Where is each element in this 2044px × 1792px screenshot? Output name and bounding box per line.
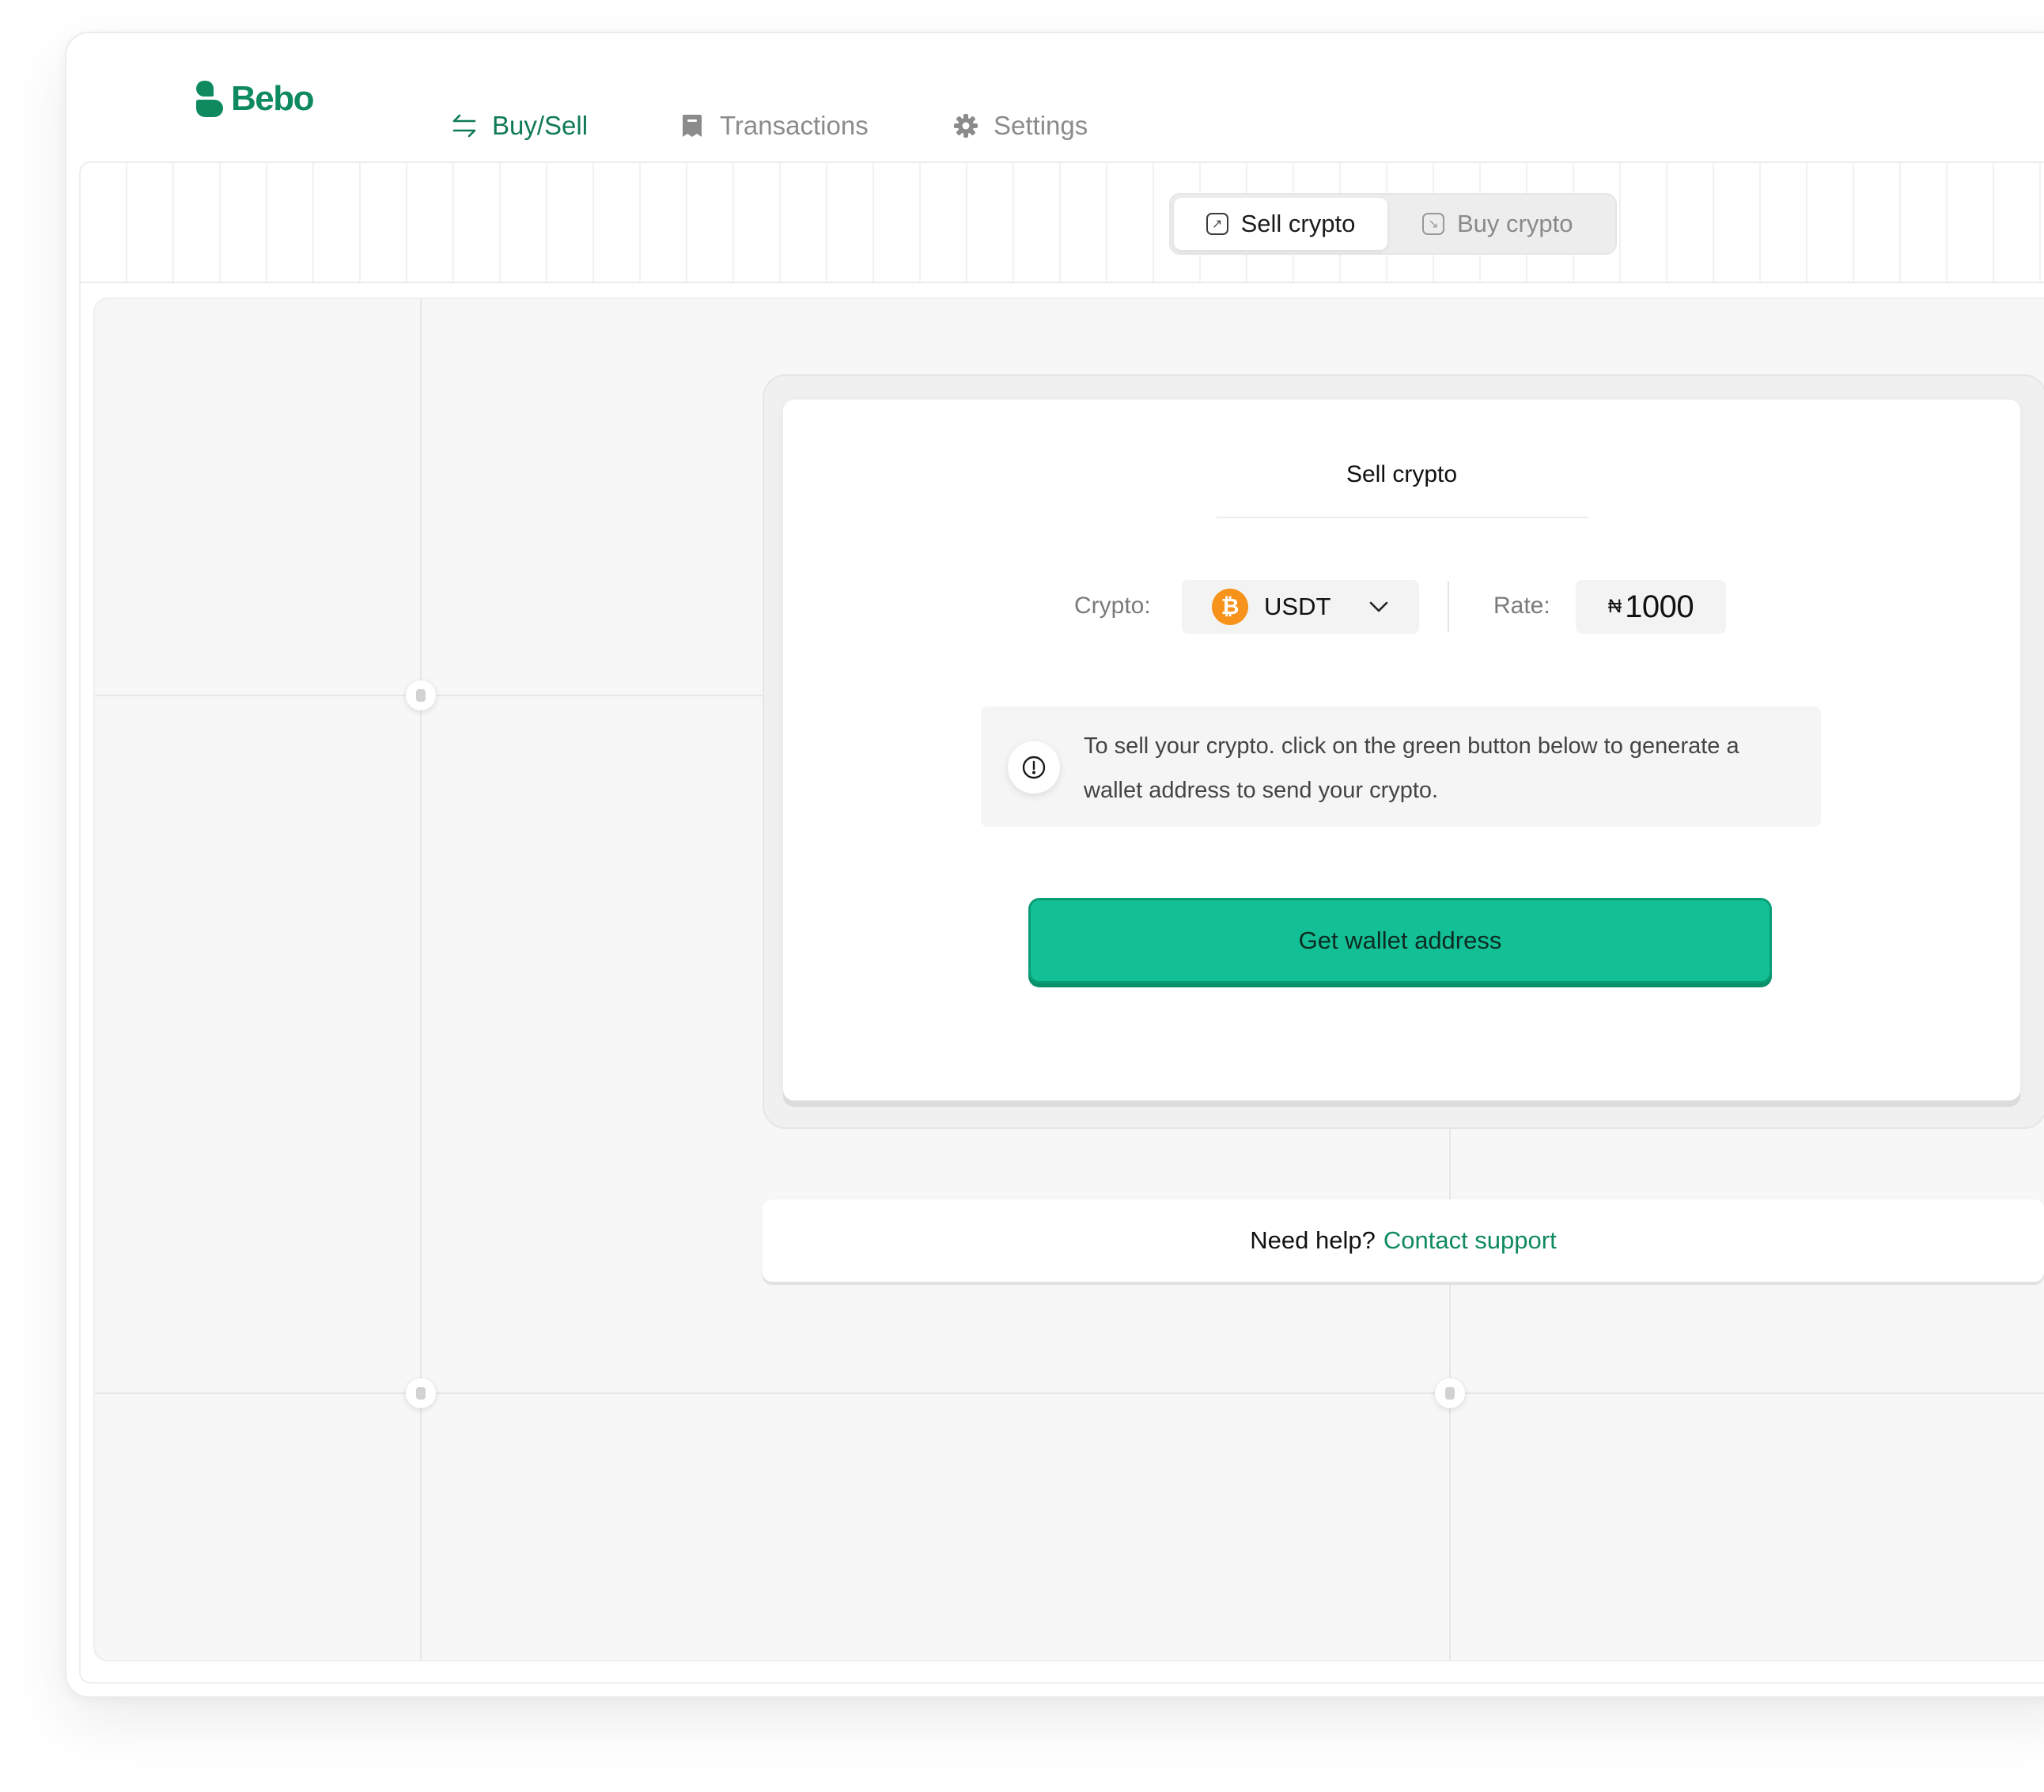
mode-toolbar: ↗ Sell crypto ↘ Buy crypto [81, 163, 2044, 283]
chevron-down-icon [1370, 601, 1388, 612]
rate-value: 1000 [1625, 589, 1694, 624]
brand-logo[interactable]: Bebo [196, 79, 315, 119]
grid-node-icon [1435, 1378, 1465, 1408]
arrow-up-right-icon: ↗ [1206, 213, 1228, 235]
nav-item-label: Settings [994, 111, 1088, 140]
gear-icon [954, 114, 978, 138]
contact-support-link[interactable]: Contact support [1383, 1226, 1557, 1255]
nav-item-transactions[interactable]: Transactions [679, 111, 869, 141]
top-navigation: Bebo Buy/Sell Transactions Settings [66, 33, 2044, 160]
buy-crypto-tab[interactable]: ↘ Buy crypto [1422, 198, 1573, 250]
crypto-value: USDT [1264, 593, 1331, 620]
crypto-label: Crypto: [1074, 593, 1151, 619]
grid-line [420, 299, 422, 1660]
tab-label: Sell crypto [1240, 210, 1356, 237]
brand-name: Bebo [231, 79, 315, 118]
rate-display: ₦ 1000 [1576, 580, 1726, 634]
bebo-logo-icon [196, 81, 225, 117]
crypto-rate-row: Crypto: ₿ USDT Rate: ₦ 1000 [783, 580, 2020, 634]
card-title: Sell crypto [1346, 461, 1458, 487]
help-bar: Need help? Contact support [763, 1199, 2044, 1282]
sell-card-container: Sell crypto Crypto: ₿ USDT Rate: ₦ 1000 … [763, 374, 2044, 1129]
receipt-icon [683, 115, 702, 137]
tab-label: Buy crypto [1457, 210, 1573, 237]
info-notice: To sell your crypto. click on the green … [981, 707, 1821, 827]
content-frame: ↗ Sell crypto ↘ Buy crypto Sell crypto C… [79, 161, 2044, 1684]
notice-text: To sell your crypto. click on the green … [1084, 733, 1739, 803]
nav-item-settings[interactable]: Settings [952, 111, 1088, 141]
rate-label: Rate: [1493, 593, 1550, 619]
workspace-canvas: Sell crypto Crypto: ₿ USDT Rate: ₦ 1000 … [93, 297, 2044, 1661]
grid-node-icon [406, 1378, 436, 1408]
sell-crypto-tab[interactable]: ↗ Sell crypto [1174, 198, 1387, 250]
arrow-down-right-icon: ↘ [1422, 213, 1444, 235]
bitcoin-icon: ₿ [1212, 589, 1248, 625]
grid-line [95, 1392, 2044, 1394]
help-text: Need help? [1250, 1226, 1376, 1254]
grid-node-icon [406, 680, 436, 710]
nav-item-label: Transactions [720, 111, 869, 140]
swap-arrows-icon [452, 114, 476, 138]
nav-item-buy-sell[interactable]: Buy/Sell [451, 111, 588, 141]
field-divider [1448, 582, 1449, 632]
sell-card: Sell crypto Crypto: ₿ USDT Rate: ₦ 1000 … [783, 400, 2020, 1101]
nav-item-label: Buy/Sell [492, 111, 589, 140]
naira-currency-symbol: ₦ [1607, 596, 1622, 617]
get-wallet-address-button[interactable]: Get wallet address [1028, 898, 1772, 983]
crypto-select[interactable]: ₿ USDT [1182, 580, 1419, 634]
title-divider [1217, 517, 1588, 518]
info-icon [1008, 741, 1060, 794]
buy-sell-toggle: ↗ Sell crypto ↘ Buy crypto [1169, 193, 1617, 255]
app-window: Bebo Buy/Sell Transactions Settings ↗ Se… [65, 32, 2044, 1698]
